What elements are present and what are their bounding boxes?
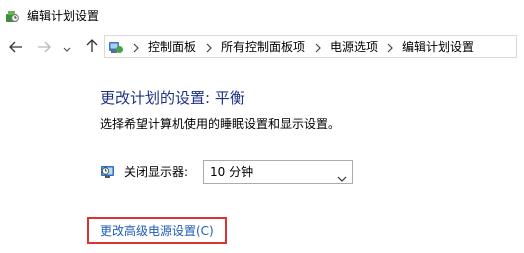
chevron-right-icon[interactable] xyxy=(385,40,395,54)
power-options-icon xyxy=(4,8,20,24)
chevron-down-icon xyxy=(337,168,347,182)
navigation-bar: 控制面板 所有控制面板项 电源选项 编辑计划设置 xyxy=(0,32,524,62)
turn-off-display-select[interactable]: 10 分钟 xyxy=(203,160,353,184)
up-button[interactable] xyxy=(82,37,102,57)
change-advanced-power-settings-link[interactable]: 更改高级电源设置(C) xyxy=(100,223,214,239)
breadcrumb-power-options[interactable]: 电源选项 xyxy=(330,39,378,55)
chevron-right-icon[interactable] xyxy=(204,40,214,54)
breadcrumb-all-control-panel-items[interactable]: 所有控制面板项 xyxy=(221,39,305,55)
chevron-down-icon xyxy=(63,38,71,57)
back-button[interactable] xyxy=(6,37,26,57)
title-bar: 编辑计划设置 xyxy=(0,0,524,32)
forward-button[interactable] xyxy=(34,37,54,57)
monitor-clock-icon xyxy=(100,164,116,180)
chevron-right-icon[interactable] xyxy=(313,40,323,54)
chevron-right-icon[interactable] xyxy=(131,40,141,54)
arrow-up-icon xyxy=(86,38,98,57)
arrow-left-icon xyxy=(9,38,23,57)
turn-off-display-value: 10 分钟 xyxy=(210,165,254,179)
breadcrumb-edit-plan-settings[interactable]: 编辑计划设置 xyxy=(402,39,474,55)
turn-off-display-label: 关闭显示器: xyxy=(124,165,189,179)
address-bar[interactable]: 控制面板 所有控制面板项 电源选项 编辑计划设置 xyxy=(104,35,517,58)
page-description: 选择希望计算机使用的睡眠设置和显示设置。 xyxy=(100,117,341,131)
page-title: 更改计划的设置: 平衡 xyxy=(100,89,245,107)
window-title: 编辑计划设置 xyxy=(27,9,100,23)
arrow-right-icon xyxy=(37,38,51,57)
control-panel-icon xyxy=(108,39,124,55)
breadcrumb-control-panel[interactable]: 控制面板 xyxy=(148,39,196,55)
recent-locations-button[interactable] xyxy=(60,37,74,57)
